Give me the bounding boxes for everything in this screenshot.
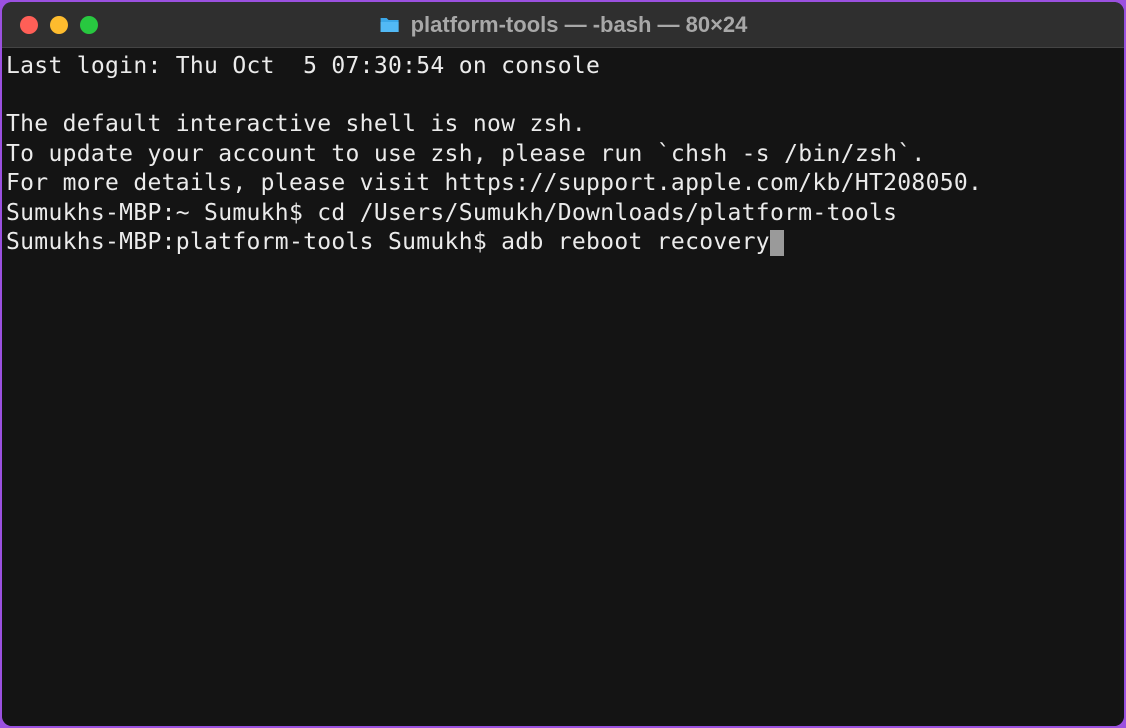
traffic-lights	[20, 16, 98, 34]
minimize-button[interactable]	[50, 16, 68, 34]
blank-line	[6, 81, 1120, 110]
folder-icon	[379, 16, 401, 34]
terminal-output-line: For more details, please visit https://s…	[6, 169, 1120, 198]
shell-prompt: Sumukhs-MBP:~ Sumukh$	[6, 199, 317, 228]
shell-command: cd /Users/Sumukh/Downloads/platform-tool…	[317, 199, 897, 228]
titlebar[interactable]: platform-tools — -bash — 80×24	[2, 2, 1124, 48]
shell-command: adb reboot recovery	[501, 228, 770, 257]
terminal-window: platform-tools — -bash — 80×24 Last logi…	[2, 2, 1124, 726]
shell-prompt: Sumukhs-MBP:platform-tools Sumukh$	[6, 228, 501, 257]
window-title: platform-tools — -bash — 80×24	[411, 12, 748, 38]
terminal-body[interactable]: Last login: Thu Oct 5 07:30:54 on consol…	[2, 48, 1124, 726]
close-button[interactable]	[20, 16, 38, 34]
title-content: platform-tools — -bash — 80×24	[379, 12, 748, 38]
terminal-output-line: To update your account to use zsh, pleas…	[6, 140, 1120, 169]
zoom-button[interactable]	[80, 16, 98, 34]
cursor	[770, 230, 784, 256]
terminal-prompt-line: Sumukhs-MBP:~ Sumukh$ cd /Users/Sumukh/D…	[6, 199, 1120, 228]
terminal-output-line: The default interactive shell is now zsh…	[6, 110, 1120, 139]
terminal-output-line: Last login: Thu Oct 5 07:30:54 on consol…	[6, 52, 1120, 81]
terminal-prompt-line: Sumukhs-MBP:platform-tools Sumukh$ adb r…	[6, 228, 1120, 257]
